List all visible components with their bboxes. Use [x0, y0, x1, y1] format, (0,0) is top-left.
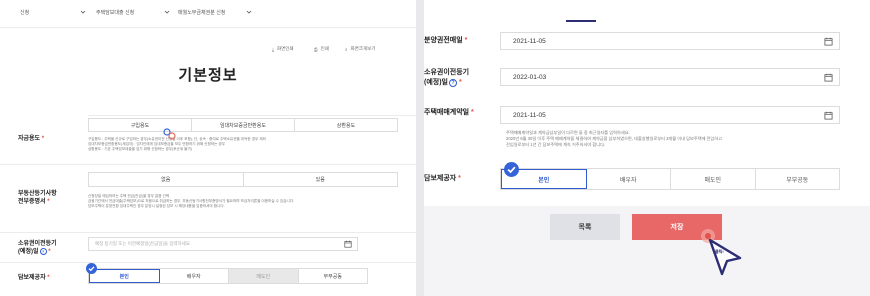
- zoom-button[interactable]: ⌕ 화면크게보기: [345, 46, 375, 52]
- sale-contract-date-label: 분양권전매일 *: [424, 37, 468, 44]
- collateral-provider-segmented: 본인 배우자 매도인 부부공동: [88, 268, 368, 284]
- share-button[interactable]: ⎙ 인쇄: [314, 46, 329, 52]
- loan-purpose-notes: 구입용도 : 주택을 신규로 구입하는 경우(소유권이전 신청일 이후 포함),…: [88, 137, 408, 152]
- filter-label: 매월노부금채권분 신청: [178, 10, 226, 16]
- filter-dropdown-3[interactable]: 매월노부금채권분 신청: [178, 9, 225, 16]
- collateral-provider-segmented: 본인 배우자 매도인 부부공동: [500, 168, 840, 190]
- loan-purpose-label: 자금용도 *: [18, 136, 45, 142]
- click-label: 클릭!: [715, 249, 724, 254]
- chevron-down-icon[interactable]: [246, 9, 252, 15]
- option-spouse[interactable]: 배우자: [587, 169, 671, 189]
- divider: [0, 164, 416, 165]
- collateral-provider-label: 담보제공자 *: [18, 275, 50, 281]
- share-label: 인쇄: [320, 46, 329, 51]
- option-none[interactable]: 없음: [89, 173, 244, 186]
- filter-dropdown-2[interactable]: 주택담보대출 신청: [96, 9, 134, 16]
- option-seller[interactable]: 매도인: [229, 269, 299, 283]
- home-contract-date-input[interactable]: 2021-11-05: [500, 106, 840, 124]
- download-icon: ⤓: [272, 46, 274, 52]
- question-circle-icon[interactable]: ?: [448, 79, 457, 87]
- question-circle-icon[interactable]: ?: [39, 248, 47, 255]
- loan-purpose-segmented: 구입용도 임대차보증금반환용도 상환용도: [88, 118, 398, 132]
- calendar-icon[interactable]: [824, 37, 833, 46]
- option-self[interactable]: 본인: [89, 269, 160, 283]
- note-line: 담보주택이 분양전환 임대주택인 경우 분양시 설정된 담보 시 해당내용을 입…: [88, 204, 225, 208]
- registry-doc-notes: 신청당일 매입하려는 주택 전금(잔금)을 경우 없음 선택 금융기관에서 전금…: [88, 194, 328, 209]
- divider: [88, 115, 416, 116]
- cursor-highlight-icon: [163, 128, 176, 140]
- ownership-date-placeholder: 예정 등기일 또는 이전예정일(잔금일)을 입력하세요.: [95, 241, 192, 246]
- option-joint[interactable]: 부부공동: [756, 169, 840, 189]
- check-badge-icon: [504, 162, 519, 177]
- print-button[interactable]: ⤓ 화면인쇄: [272, 46, 294, 52]
- list-button[interactable]: 목록: [550, 214, 620, 240]
- option-joint[interactable]: 부부공동: [299, 269, 368, 283]
- registry-doc-label: 부동산등기사항 전부증명서 *: [18, 191, 57, 205]
- option-seller[interactable]: 매도인: [671, 169, 756, 189]
- note-line: 전입일로부터 1년 간 담보주택에 계속 거주하셔야 합니다.: [506, 142, 606, 147]
- filter-dropdown-1[interactable]: 신청: [20, 9, 29, 16]
- header-underline: [566, 20, 596, 22]
- divider: [0, 232, 416, 233]
- zoom-label: 화면크게보기: [350, 46, 376, 51]
- option-exists[interactable]: 있음: [244, 173, 398, 186]
- option-repayment[interactable]: 상환용도: [295, 119, 397, 131]
- left-panel: 신청 주택담보대출 신청 매월노부금채권분 신청 ⤓ 화면인쇄 ⎙ 인쇄 ⌕ 화면크게…: [0, 0, 416, 296]
- sale-contract-date-input[interactable]: 2021-11-05: [500, 32, 840, 50]
- screenshot-stage: 신청 주택담보대출 신청 매월노부금채권분 신청 ⤓ 화면인쇄 ⎙ 인쇄 ⌕ 화면크게…: [0, 0, 870, 296]
- filter-label: 주택담보대출 신청: [96, 10, 135, 16]
- search-icon: ⌕: [345, 46, 348, 52]
- home-contract-notes: 주택매매계약일과 계약금납부일이 다르면 둘 중 최근일자를 입력하세요. 20…: [506, 130, 856, 148]
- note-line: 상환용도 : 기존 주택담보대출을 갚기 위해 신청하는 경우(후순위 불가): [88, 147, 192, 151]
- page-title: 기본정보: [178, 67, 238, 84]
- right-panel: 분양권전매일 * 2021-11-05 소유권이전등기 (예정)일? * 202…: [424, 0, 870, 296]
- check-badge-icon: [86, 263, 97, 274]
- home-contract-date-value: 2021-11-05: [513, 111, 546, 119]
- filter-label: 신청: [20, 10, 30, 16]
- filter-bar: 신청 주택담보대출 신청 매월노부금채권분 신청: [0, 0, 416, 28]
- ownership-date-input[interactable]: 2022-01-03: [500, 68, 840, 86]
- registry-doc-segmented: 없음 있음: [88, 172, 398, 187]
- sale-contract-date-value: 2021-11-05: [513, 37, 546, 45]
- home-contract-date-label: 주택매매계약일 *: [424, 109, 474, 116]
- print-label: 화면인쇄: [277, 46, 294, 51]
- ownership-date-input[interactable]: 예정 등기일 또는 이전예정일(잔금일)을 입력하세요.: [88, 237, 358, 251]
- collateral-provider-label: 담보제공자 *: [424, 175, 461, 182]
- calendar-icon[interactable]: [344, 240, 352, 248]
- option-spouse[interactable]: 배우자: [160, 269, 229, 283]
- option-deposit-return[interactable]: 임대차보증금반환용도: [192, 119, 295, 131]
- printer-icon: ⎙: [314, 46, 318, 52]
- ownership-date-label: 소유권이전등기 (예정)일? *: [424, 69, 470, 87]
- calendar-icon[interactable]: [824, 73, 833, 82]
- ownership-date-value: 2022-01-03: [513, 73, 547, 81]
- chevron-down-icon[interactable]: [80, 9, 86, 15]
- ownership-date-label: 소유권이전등기 (예정)일? *: [18, 241, 57, 255]
- divider: [0, 262, 416, 263]
- chevron-down-icon[interactable]: [164, 9, 170, 15]
- calendar-icon[interactable]: [824, 111, 833, 120]
